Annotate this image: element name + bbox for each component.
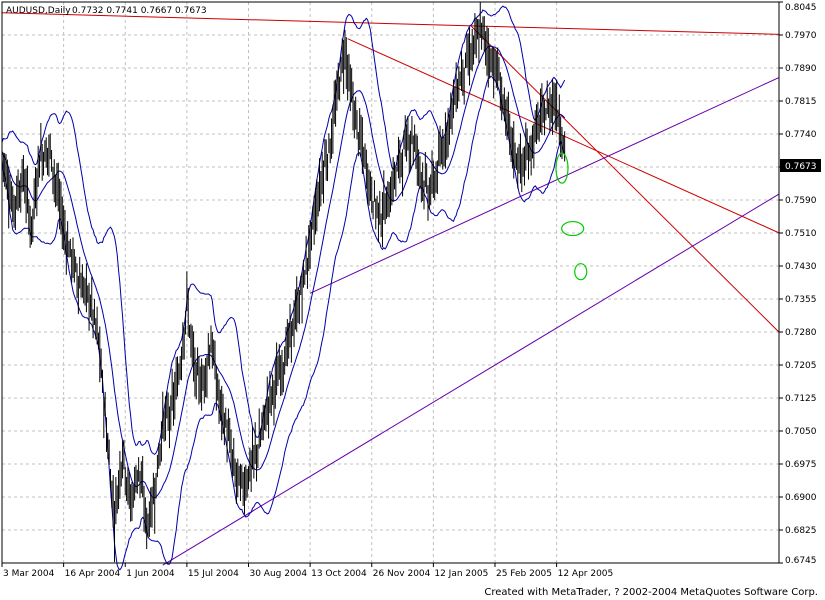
current-price-tag: 0.7673	[780, 159, 821, 172]
y-tick-label: 0.7890	[785, 64, 817, 74]
y-tick-label: 0.7510	[785, 229, 817, 239]
y-tick-label: 0.6745	[785, 556, 817, 566]
y-tick-label: 0.7430	[785, 262, 817, 272]
y-tick-label: 0.7815	[785, 97, 817, 107]
y-tick-label: 0.7970	[785, 31, 817, 41]
y-tick-label: 0.7205	[785, 361, 817, 371]
x-tick-label: 25 Feb 2005	[496, 569, 552, 579]
x-tick-label: 12 Jan 2005	[434, 569, 488, 579]
y-tick-label: 0.7355	[785, 295, 817, 305]
y-tick-label: 0.8045	[785, 3, 817, 13]
y-tick-label: 0.7740	[785, 130, 817, 140]
chart-canvas: 0.80450.79700.78900.78150.77400.76650.75…	[0, 0, 825, 600]
y-tick-label: 0.6825	[785, 526, 817, 536]
y-tick-label: 0.7590	[785, 196, 817, 206]
x-tick-label: 16 Apr 2004	[65, 569, 121, 579]
y-tick-label: 0.7050	[785, 427, 817, 437]
footer-credit: Created with MetaTrader, ? 2002-2004 Met…	[484, 587, 818, 598]
x-tick-label: 3 Mar 2004	[3, 569, 55, 579]
y-tick-label: 0.6975	[785, 460, 817, 470]
chart-ohlc-values: 0.7732 0.7741 0.7667 0.7673	[72, 6, 207, 16]
chart-symbol-title: AUDUSD,Daily	[6, 6, 71, 16]
current-price-value: 0.7673	[785, 162, 817, 172]
x-tick-label: 13 Oct 2004	[311, 569, 367, 579]
x-tick-label: 1 Jun 2004	[126, 569, 175, 579]
y-tick-label: 0.7280	[785, 328, 817, 338]
x-tick-label: 26 Nov 2004	[373, 569, 431, 579]
x-tick-label: 12 Apr 2005	[558, 569, 614, 579]
y-tick-label: 0.7125	[785, 394, 817, 404]
x-tick-label: 30 Aug 2004	[249, 569, 307, 579]
y-tick-label: 0.6900	[785, 493, 817, 503]
x-tick-label: 15 Jul 2004	[188, 569, 239, 579]
